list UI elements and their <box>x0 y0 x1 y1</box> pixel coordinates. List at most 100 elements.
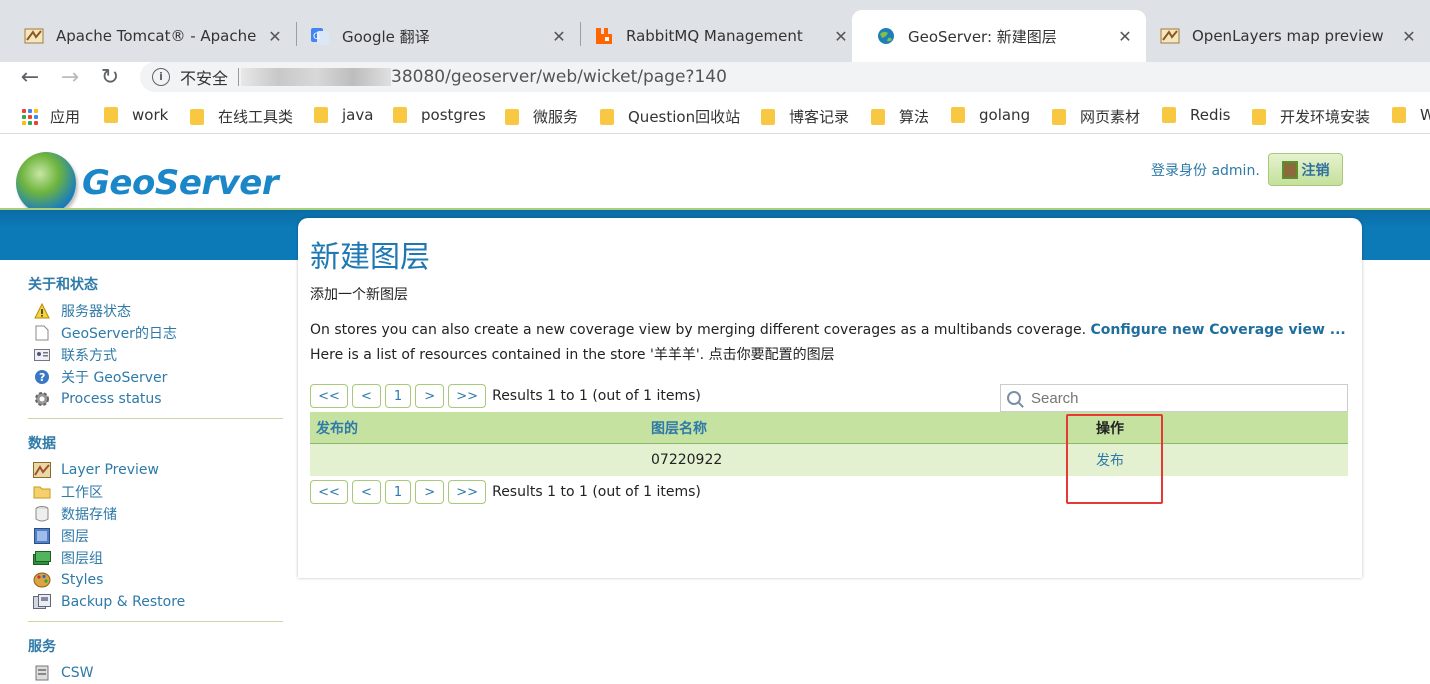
page-number-button[interactable]: 1 <box>384 384 412 408</box>
page-number-button[interactable]: 1 <box>384 480 412 504</box>
google-translate-favicon-icon: G <box>310 26 330 46</box>
page-title: 新建图层 <box>310 240 430 275</box>
palette-icon <box>33 571 51 589</box>
sidebar-item-contact[interactable]: 联系方式 <box>28 344 283 366</box>
sidebar-item-server-status[interactable]: 服务器状态 <box>28 300 283 322</box>
tab-apache-tomcat[interactable]: Apache Tomcat® - Apache Tomcat 8 ✕ <box>0 10 296 62</box>
pager-top: << < 1 > >> Results 1 to 1 (out of 1 ite… <box>310 384 701 408</box>
tab-close-icon[interactable]: ✕ <box>550 27 568 46</box>
map-preview-icon <box>33 461 51 479</box>
bookmark-folder[interactable]: 微服务 <box>505 106 578 127</box>
reload-icon[interactable]: ↻ <box>96 64 124 92</box>
coverage-description-text: On stores you can also create a new cove… <box>310 322 1087 338</box>
svg-text:G: G <box>313 32 320 42</box>
bookmark-folder[interactable]: 算法 <box>871 106 929 127</box>
bookmark-folder[interactable]: 网页素材 <box>1052 106 1140 127</box>
search-input[interactable] <box>1031 389 1331 407</box>
tab-geoserver-active[interactable]: GeoServer: 新建图层 ✕ <box>852 10 1146 62</box>
bookmark-label: Question回收站 <box>628 108 741 126</box>
bookmark-folder[interactable]: 开发环境安装 <box>1252 106 1370 127</box>
sidebar-item-layers[interactable]: 图层 <box>28 525 283 547</box>
sidebar-item-label: 联系方式 <box>61 348 117 364</box>
bookmark-folder[interactable]: golang <box>951 106 1030 124</box>
sidebar-section-title: 服务 <box>28 639 56 655</box>
layer-group-icon <box>33 549 51 567</box>
bookmark-apps[interactable]: 应用 <box>22 106 80 127</box>
prev-page-button[interactable]: < <box>352 480 381 504</box>
tab-title: RabbitMQ Management <box>626 27 803 45</box>
url-redacted-host <box>241 68 392 86</box>
folder-icon <box>871 108 885 125</box>
bookmark-folder[interactable]: 博客记录 <box>761 106 849 127</box>
folder-icon <box>600 108 614 125</box>
bookmark-folder[interactable]: Question回收站 <box>600 106 740 127</box>
sidebar-item-logs[interactable]: GeoServer的日志 <box>28 322 283 344</box>
url-divider <box>238 68 240 86</box>
bookmark-folder[interactable]: W <box>1392 106 1430 124</box>
tab-close-icon[interactable]: ✕ <box>1116 27 1134 46</box>
next-page-button[interactable]: > <box>415 384 445 408</box>
bookmark-label: Redis <box>1190 106 1231 124</box>
last-page-button[interactable]: >> <box>448 480 487 504</box>
tab-close-icon[interactable]: ✕ <box>266 27 284 46</box>
bookmark-label: 网页素材 <box>1080 108 1141 126</box>
prev-page-button[interactable]: < <box>352 384 381 408</box>
sidebar-item-label: 数据存储 <box>61 507 117 523</box>
security-label: 不安全 <box>180 69 229 88</box>
sidebar-item-stores[interactable]: 数据存储 <box>28 503 283 525</box>
table-row: 07220922 发布 <box>310 444 1348 476</box>
forward-arrow-icon[interactable]: → <box>56 64 84 92</box>
main-content: 新建图层 添加一个新图层 On stores you can also crea… <box>298 218 1362 578</box>
first-page-button[interactable]: << <box>310 384 348 408</box>
sidebar-item-backup-restore[interactable]: Backup & Restore <box>28 591 283 613</box>
store-resources-text: Here is a list of resources contained in… <box>310 347 835 363</box>
url-omnibox[interactable]: i 不安全 38080/geoserver/web/wicket/page?14… <box>140 62 1430 92</box>
contact-card-icon <box>33 346 51 364</box>
folder-icon <box>1052 108 1066 125</box>
sidebar-item-label: 图层 <box>61 529 89 545</box>
folder-icon <box>951 107 965 123</box>
server-icon <box>33 664 51 682</box>
first-page-button[interactable]: << <box>310 480 348 504</box>
database-icon <box>33 505 51 523</box>
tab-openlayers[interactable]: OpenLayers map preview ✕ <box>1136 10 1430 62</box>
column-header-published[interactable]: 发布的 <box>310 418 645 438</box>
configure-coverage-view-link[interactable]: Configure new Coverage view ... <box>1091 322 1346 338</box>
logout-label: 注销 <box>1301 162 1330 179</box>
tab-rabbitmq[interactable]: RabbitMQ Management ✕ <box>570 10 862 62</box>
info-icon[interactable]: i <box>152 68 170 86</box>
tab-close-icon[interactable]: ✕ <box>1400 27 1418 46</box>
annotation-highlight-box <box>1066 414 1163 504</box>
folder-icon <box>104 107 118 123</box>
tab-title: GeoServer: 新建图层 <box>908 27 1057 46</box>
sidebar-item-layer-groups[interactable]: 图层组 <box>28 547 283 569</box>
last-page-button[interactable]: >> <box>448 384 487 408</box>
folder-icon <box>314 107 328 123</box>
logout-button[interactable]: 注销 <box>1268 153 1343 186</box>
openlayers-favicon-icon <box>1160 26 1180 46</box>
tab-close-icon[interactable]: ✕ <box>832 27 850 46</box>
column-header-layer-name[interactable]: 图层名称 <box>645 418 1090 438</box>
bookmark-folder[interactable]: java <box>314 106 373 124</box>
folder-icon <box>505 108 519 125</box>
sidebar: 关于和状态 服务器状态 GeoServer的日志 联系方式 ? 关于 GeoSe… <box>28 274 283 684</box>
sidebar-item-workspaces[interactable]: 工作区 <box>28 481 283 503</box>
sidebar-item-styles[interactable]: Styles <box>28 569 283 591</box>
bookmark-folder[interactable]: postgres <box>393 106 486 124</box>
url-text: 38080/geoserver/web/wicket/page?140 <box>391 67 727 87</box>
tab-google-translate[interactable]: G Google 翻译 ✕ <box>286 10 580 62</box>
sidebar-item-csw[interactable]: CSW <box>28 662 283 684</box>
sidebar-item-label: CSW <box>61 665 94 681</box>
sidebar-item-process-status[interactable]: Process status <box>28 388 283 410</box>
search-box[interactable] <box>1000 384 1348 412</box>
sidebar-item-about[interactable]: ? 关于 GeoServer <box>28 366 283 388</box>
bookmark-folder[interactable]: 在线工具类 <box>190 106 293 127</box>
bookmark-folder[interactable]: Redis <box>1162 106 1230 124</box>
sidebar-item-layer-preview[interactable]: Layer Preview <box>28 459 283 481</box>
bookmark-label: work <box>132 106 169 124</box>
back-arrow-icon[interactable]: ← <box>16 64 44 92</box>
bookmark-folder[interactable]: work <box>104 106 168 124</box>
table-header: 发布的 图层名称 操作 <box>310 412 1348 444</box>
next-page-button[interactable]: > <box>415 480 445 504</box>
geoserver-logo[interactable]: GeoServer <box>16 152 279 214</box>
